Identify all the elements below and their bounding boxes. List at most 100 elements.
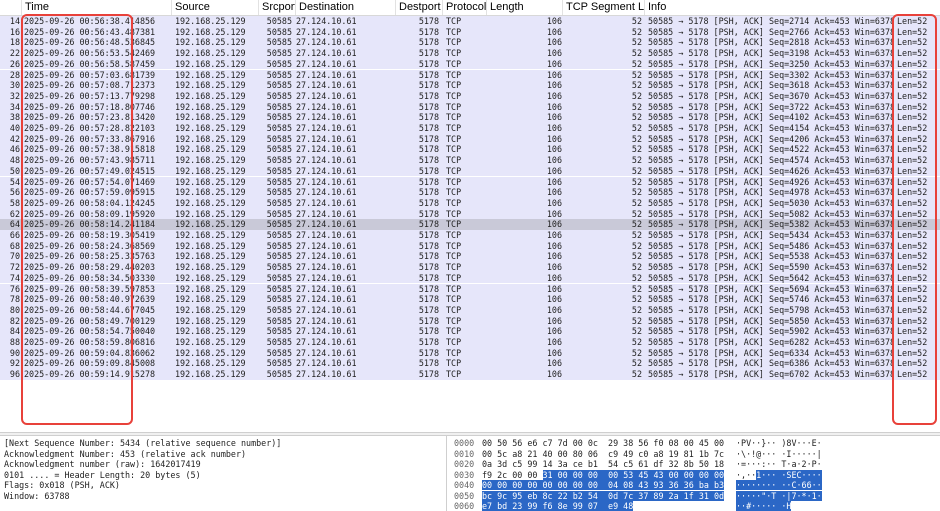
column-header-time[interactable]: Time [22,0,172,15]
column-header-destination[interactable]: Destination [296,0,396,15]
column-header-srcport[interactable]: Srcport [259,0,296,15]
hex-row[interactable]: 0060 e7 bd 23 99 f6 8e 99 07 e9 48 ··#····… [450,501,940,511]
cell-length: 106 [546,80,562,91]
hex-row[interactable]: 0010 00 5c a8 21 40 00 80 06 c9 49 c0 a8 … [450,449,940,460]
cell-length: 106 [546,176,562,187]
packet-row[interactable]: 46 2025-09-26 00:57:38.915818 192.168.25.1… [0,144,940,156]
packet-row[interactable]: 66 2025-09-26 00:58:19.305419 192.168.25.1… [0,230,940,241]
cell-no: 40 [9,123,20,133]
packet-row[interactable]: 72 2025-09-26 00:58:29.440203 192.168.25.1… [0,262,940,273]
column-header-length[interactable]: Length [487,0,563,15]
column-header-tcp-segment-len[interactable]: TCP Segment Ler [563,0,645,15]
cell-srcport: 50585 [266,112,292,123]
packet-row[interactable]: 50 2025-09-26 00:57:49.024515 192.168.25.1… [0,165,940,177]
packet-row-selected[interactable]: 64 2025-09-26 00:58:14.241184 192.168.25.1… [0,219,940,230]
hex-ascii-plain: ·=···:·· T·a·2·P· [736,459,822,469]
packet-row[interactable]: 74 2025-09-26 00:58:34.503330 192.168.25.1… [0,272,940,284]
cell-time: 2025-09-26 00:58:24.368569 [24,240,156,251]
hex-row[interactable]: 0020 0a 3d c5 99 14 3a ce b1 54 c5 61 df … [450,459,940,470]
cell-protocol: TCP [446,16,462,26]
cell-destination: 27.124.10.61 [296,37,357,48]
cell-len: Len=52 [897,187,928,198]
cell-tcp-seg-len: 52 [631,369,642,380]
cell-info: 50585 → 5178 [PSH, ACK] Seq=5382 Ack=453… [648,219,894,230]
column-header-dstport[interactable]: Destport [396,0,443,15]
cell-destination: 27.124.10.61 [296,187,357,198]
cell-time: 2025-09-26 00:57:49.024515 [24,165,156,176]
cell-destination: 27.124.10.61 [296,69,357,80]
packet-row[interactable]: 68 2025-09-26 00:58:24.368569 192.168.25.1… [0,240,940,252]
hex-ascii-plain: ·,·· [736,469,757,480]
detail-flags[interactable]: Flags: 0x018 (PSH, ACK) [4,480,120,491]
cell-protocol: TCP [446,80,462,91]
cell-protocol: TCP [446,155,462,166]
packet-row[interactable]: 22 2025-09-26 00:56:53.542469 192.168.25.1… [0,48,940,59]
cell-source: 192.168.25.129 [175,251,246,262]
cell-srcport: 50585 [266,272,292,283]
packet-row[interactable]: 40 2025-09-26 00:57:28.822103 192.168.25.1… [0,123,940,134]
packet-row[interactable]: 16 2025-09-26 00:56:43.487381 192.168.25.1… [0,26,940,38]
packet-row[interactable]: 76 2025-09-26 00:58:39.597853 192.168.25.1… [0,283,940,295]
packet-row[interactable]: 62 2025-09-26 00:58:09.195920 192.168.25.1… [0,208,940,220]
detail-header-length[interactable]: 0101 .... = Header Length: 20 bytes (5) [4,470,201,481]
packet-row[interactable]: 78 2025-09-26 00:58:40.972639 192.168.25.1… [0,294,940,305]
cell-protocol: TCP [446,219,462,230]
cell-srcport: 50585 [266,123,292,133]
detail-ack-number[interactable]: Acknowledgment Number: 453 (relative ack… [4,449,246,460]
column-header-protocol[interactable]: Protocol [443,0,487,15]
cell-srcport: 50585 [266,176,292,187]
packet-row[interactable]: 18 2025-09-26 00:56:48.536845 192.168.25.1… [0,37,940,49]
cell-srcport: 50585 [266,133,292,144]
cell-no: 72 [9,262,20,273]
packet-row[interactable]: 92 2025-09-26 00:59:09.845008 192.168.25.1… [0,358,940,370]
hex-offset: 0030 [454,469,475,480]
detail-ack-raw[interactable]: Acknowledgment number (raw): 1642017419 [4,459,201,470]
packet-row[interactable]: 80 2025-09-26 00:58:44.677045 192.168.25.1… [0,304,940,316]
hex-ascii: ·PV··}·· )8V···E· [736,438,822,449]
packet-row[interactable]: 48 2025-09-26 00:57:43.985711 192.168.25.1… [0,155,940,166]
packet-row[interactable]: 14 2025-09-26 00:56:38.414856 192.168.25.1… [0,16,940,27]
packet-row[interactable]: 54 2025-09-26 00:57:54.071469 192.168.25.1… [0,176,940,188]
hex-row[interactable]: 0040 00 00 00 00 00 00 00 00 04 08 43 93 … [450,480,940,491]
cell-length: 106 [546,90,562,101]
packet-row[interactable]: 26 2025-09-26 00:56:58.587459 192.168.25.1… [0,58,940,70]
cell-info: 50585 → 5178 [PSH, ACK] Seq=5434 Ack=453… [648,230,894,240]
packet-row[interactable]: 82 2025-09-26 00:58:49.700129 192.168.25.1… [0,315,940,327]
cell-srcport: 50585 [266,251,292,262]
cell-source: 192.168.25.129 [175,347,246,358]
cell-length: 106 [546,219,562,230]
cell-dstport: 5178 [418,69,439,80]
cell-info: 50585 → 5178 [PSH, ACK] Seq=4206 Ack=453… [648,133,894,144]
column-header-source[interactable]: Source [172,0,259,15]
packet-row[interactable]: 56 2025-09-26 00:57:59.095915 192.168.25.1… [0,187,940,198]
packet-row[interactable]: 88 2025-09-26 00:58:59.806816 192.168.25.1… [0,337,940,348]
detail-next-seq[interactable]: [Next Sequence Number: 5434 (relative se… [4,438,281,449]
cell-info: 50585 → 5178 [PSH, ACK] Seq=3302 Ack=453… [648,69,894,80]
packet-row[interactable]: 84 2025-09-26 00:58:54.750040 192.168.25.1… [0,326,940,337]
column-header-no[interactable] [0,0,22,15]
packet-row[interactable]: 38 2025-09-26 00:57:23.813420 192.168.25.1… [0,112,940,123]
packet-row[interactable]: 42 2025-09-26 00:57:33.867916 192.168.25.1… [0,133,940,145]
packet-row[interactable]: 96 2025-09-26 00:59:14.915278 192.168.25.1… [0,369,940,380]
hex-row[interactable]: 0000 00 50 56 e6 c7 7d 00 0c 29 38 56 f0 … [450,438,940,449]
packet-row[interactable]: 28 2025-09-26 00:57:03.681739 192.168.25.1… [0,69,940,81]
packet-details-pane: [Next Sequence Number: 5434 (relative se… [0,436,447,511]
packet-row[interactable]: 32 2025-09-26 00:57:13.779298 192.168.25.1… [0,90,940,102]
cell-no: 54 [9,176,20,187]
cell-len: Len=52 [897,358,928,369]
packet-row[interactable]: 30 2025-09-26 00:57:08.712373 192.168.25.1… [0,80,940,91]
cell-dstport: 5178 [418,272,439,283]
detail-window[interactable]: Window: 63788 [4,491,70,502]
column-header-info[interactable]: Info [645,0,940,15]
packet-row[interactable]: 90 2025-09-26 00:59:04.836062 192.168.25.1… [0,347,940,359]
packet-row[interactable]: 58 2025-09-26 00:58:04.124245 192.168.25.1… [0,197,940,209]
cell-tcp-seg-len: 52 [631,144,642,155]
hex-row[interactable]: 0050 bc 9c 95 eb 8c 22 b2 54 0d 7c 37 89 … [450,490,940,502]
cell-srcport: 50585 [266,16,292,26]
cell-time: 2025-09-26 00:57:33.867916 [24,133,156,144]
cell-source: 192.168.25.129 [175,37,246,48]
hex-row[interactable]: 0030 f9 2c 00 00 31 00 00 00 00 53 45 43 … [450,469,940,481]
packet-row[interactable]: 70 2025-09-26 00:58:25.335763 192.168.25.1… [0,251,940,263]
packet-row[interactable]: 34 2025-09-26 00:57:18.807746 192.168.25.1… [0,101,940,113]
cell-len: Len=52 [897,69,928,80]
